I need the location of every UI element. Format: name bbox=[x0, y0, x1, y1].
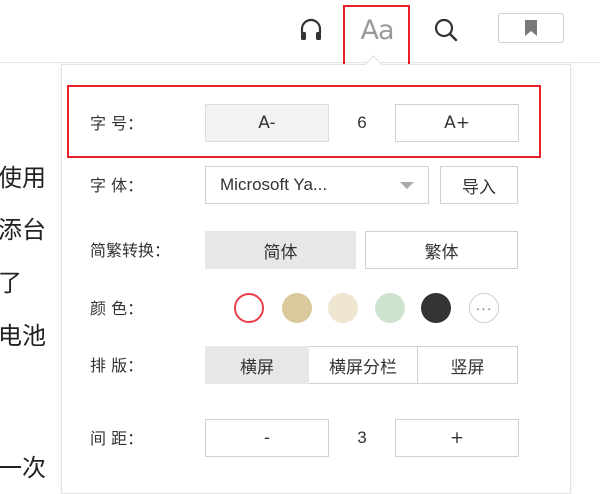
color-swatch-green[interactable] bbox=[375, 293, 405, 323]
layout-horizontal-columns-button[interactable]: 横屏分栏 bbox=[309, 346, 418, 384]
layout-vertical-button[interactable]: 竖屏 bbox=[417, 346, 518, 384]
color-swatch-cream[interactable] bbox=[328, 293, 358, 323]
color-swatch-tan[interactable] bbox=[282, 293, 312, 323]
chevron-down-icon bbox=[400, 182, 414, 189]
more-icon: ··· bbox=[475, 300, 493, 316]
spacing-decrease-button[interactable]: - bbox=[205, 419, 329, 457]
traditional-button[interactable]: 繁体 bbox=[365, 231, 518, 269]
bookmark-icon bbox=[525, 20, 537, 36]
spacing-label: 间 距： bbox=[90, 429, 144, 448]
font-size-label: 字 号： bbox=[90, 114, 144, 133]
top-toolbar: Aa bbox=[0, 0, 600, 63]
color-row: 颜 色： ··· bbox=[0, 289, 600, 329]
layout-row: 排 版： 横屏 横屏分栏 竖屏 bbox=[0, 346, 600, 386]
spacing-value: 3 bbox=[357, 428, 367, 447]
font-size-value: 6 bbox=[357, 113, 367, 132]
font-family-row: 字 体： Microsoft Ya... 导入 bbox=[0, 166, 600, 206]
color-swatch-dark[interactable] bbox=[421, 293, 451, 323]
bookmark-button[interactable] bbox=[498, 13, 564, 43]
font-family-selected: Microsoft Ya... bbox=[220, 175, 328, 194]
script-conversion-row: 简繁转换： 简体 繁体 bbox=[0, 231, 600, 271]
font-size-row: 字 号： A- 6 A+ bbox=[0, 104, 600, 144]
font-settings-label: Aa bbox=[360, 14, 394, 46]
headphone-icon[interactable] bbox=[294, 14, 328, 46]
import-font-button[interactable]: 导入 bbox=[440, 166, 518, 204]
color-swatch-white[interactable] bbox=[234, 293, 264, 323]
font-family-label: 字 体： bbox=[90, 176, 144, 195]
spacing-row: 间 距： - 3 + bbox=[0, 419, 600, 459]
more-colors-button[interactable]: ··· bbox=[469, 293, 499, 323]
font-settings-button[interactable]: Aa bbox=[356, 14, 398, 46]
font-family-select[interactable]: Microsoft Ya... bbox=[205, 166, 429, 204]
layout-label: 排 版： bbox=[90, 356, 144, 375]
font-size-decrease-button[interactable]: A- bbox=[205, 104, 329, 142]
font-size-increase-button[interactable]: A+ bbox=[395, 104, 519, 142]
search-icon[interactable] bbox=[430, 14, 462, 46]
spacing-increase-button[interactable]: + bbox=[395, 419, 519, 457]
simplified-button[interactable]: 简体 bbox=[205, 231, 356, 269]
script-conversion-label: 简繁转换： bbox=[90, 241, 171, 260]
layout-horizontal-button[interactable]: 横屏 bbox=[205, 346, 309, 384]
color-label: 颜 色： bbox=[90, 299, 144, 318]
